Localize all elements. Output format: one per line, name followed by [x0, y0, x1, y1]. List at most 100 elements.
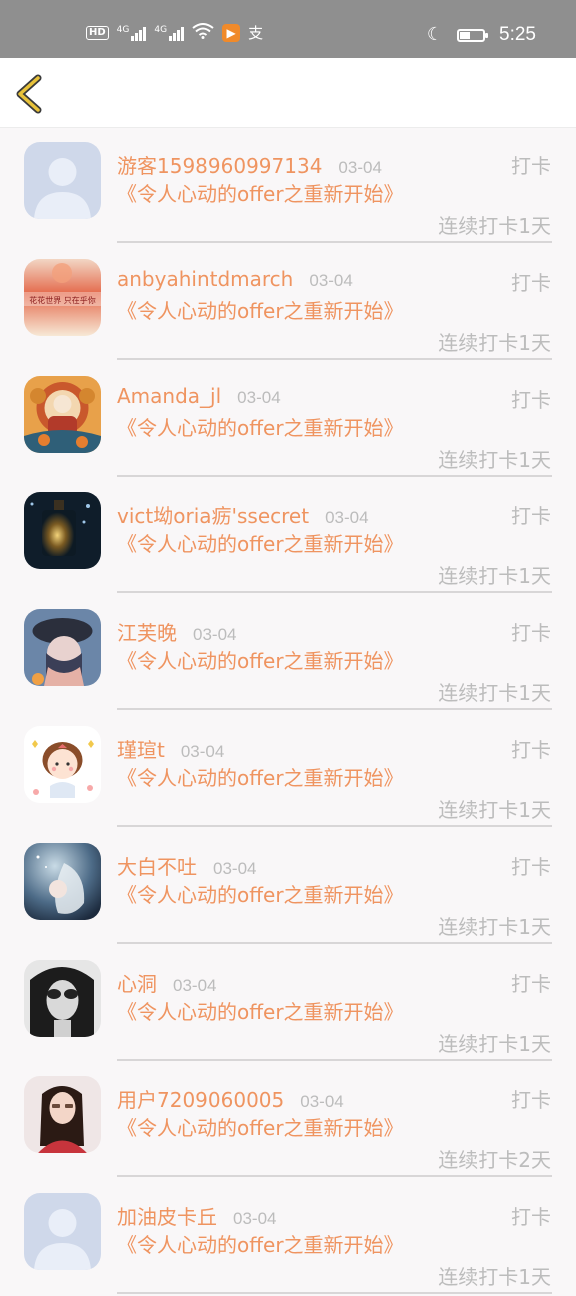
status-icons-right: ☾ 5:25 — [427, 24, 536, 46]
divider — [117, 708, 552, 711]
avatar[interactable] — [24, 725, 101, 803]
status-bar: HD 4G 4G ▶ 支 ☾ 5:25 — [0, 0, 576, 58]
nav-bar — [0, 58, 576, 128]
back-arrow-icon — [16, 74, 42, 114]
avatar[interactable] — [24, 142, 101, 219]
checkin-item[interactable]: vict坳oria疬'ssecret 03-04 打卡 《令人心动的offer之… — [0, 478, 576, 595]
checkin-label: 打卡 — [511, 387, 551, 412]
avatar[interactable] — [24, 1076, 101, 1154]
streak-count: 连续打卡1天 — [438, 564, 551, 589]
checkin-item[interactable]: 用户7209060005 03-04 打卡 《令人心动的offer之重新开始》 … — [0, 1062, 576, 1179]
checkin-date: 03-04 — [233, 1209, 277, 1229]
checkin-label: 打卡 — [511, 737, 551, 762]
book-title[interactable]: 《令人心动的offer之重新开始》 — [117, 414, 407, 443]
user-name[interactable]: 大白不吐 — [117, 851, 197, 880]
checkin-list: 游客1598960997134 03-04 打卡 《令人心动的offer之重新开… — [0, 128, 576, 1296]
checkin-item[interactable]: Amanda_jl 03-04 打卡 《令人心动的offer之重新开始》 连续打… — [0, 362, 576, 479]
user-name[interactable]: 江芙晚 — [117, 617, 177, 646]
name-row: vict坳oria疬'ssecret 03-04 — [117, 500, 369, 529]
checkin-date: 03-04 — [213, 858, 257, 878]
checkin-label: 打卡 — [511, 1205, 551, 1230]
wifi-icon — [192, 22, 214, 43]
divider — [117, 1058, 552, 1061]
book-title[interactable]: 《令人心动的offer之重新开始》 — [117, 297, 407, 326]
divider — [117, 1175, 552, 1178]
checkin-item[interactable]: 江芙晚 03-04 打卡 《令人心动的offer之重新开始》 连续打卡1天 — [0, 595, 576, 712]
avatar[interactable]: 花花世界 只在乎你 — [24, 258, 101, 336]
book-title[interactable]: 《令人心动的offer之重新开始》 — [117, 764, 407, 793]
streak-count: 连续打卡1天 — [438, 914, 551, 939]
checkin-item[interactable]: 心洞 03-04 打卡 《令人心动的offer之重新开始》 连续打卡1天 — [0, 946, 576, 1063]
video-app-icon: ▶ — [222, 23, 241, 42]
streak-count: 连续打卡1天 — [438, 447, 551, 472]
divider — [117, 357, 552, 360]
divider — [117, 1292, 552, 1295]
divider — [117, 941, 552, 944]
name-row: 用户7209060005 03-04 — [117, 1084, 344, 1113]
checkin-date: 03-04 — [173, 975, 217, 995]
book-title[interactable]: 《令人心动的offer之重新开始》 — [117, 180, 407, 209]
name-row: Amanda_jl 03-04 — [117, 384, 281, 408]
checkin-item[interactable]: 花花世界 只在乎你 anbyahintdmarch 03-04 打卡 《令人心动… — [0, 245, 576, 362]
book-title[interactable]: 《令人心动的offer之重新开始》 — [117, 530, 407, 559]
checkin-date: 03-04 — [309, 270, 353, 290]
svg-text:花花世界 只在乎你: 花花世界 只在乎你 — [29, 295, 96, 305]
divider — [117, 474, 552, 477]
hd-icon: HD — [86, 25, 109, 40]
streak-count: 连续打卡1天 — [438, 1265, 551, 1290]
avatar[interactable] — [24, 842, 101, 920]
checkin-date: 03-04 — [338, 158, 382, 177]
alipay-icon: 支 — [248, 24, 264, 42]
user-name[interactable]: 加油皮卡丘 — [117, 1201, 217, 1230]
checkin-date: 03-04 — [193, 625, 237, 645]
avatar[interactable] — [24, 1193, 101, 1271]
name-row: 游客1598960997134 03-04 — [117, 150, 382, 179]
checkin-item[interactable]: 瑾瑄t 03-04 打卡 《令人心动的offer之重新开始》 连续打卡1天 — [0, 712, 576, 829]
back-button[interactable] — [10, 72, 54, 116]
user-name[interactable]: vict坳oria疬'ssecret — [117, 500, 309, 529]
checkin-label: 打卡 — [511, 621, 551, 646]
checkin-label: 打卡 — [511, 1088, 551, 1113]
battery-icon — [457, 28, 489, 42]
moon-icon: ☾ — [426, 24, 444, 45]
checkin-label: 打卡 — [511, 854, 551, 879]
checkin-label: 打卡 — [511, 504, 551, 529]
streak-count: 连续打卡1天 — [438, 214, 551, 238]
book-title[interactable]: 《令人心动的offer之重新开始》 — [117, 1114, 407, 1143]
user-name[interactable]: 用户7209060005 — [117, 1084, 284, 1113]
user-name[interactable]: 心洞 — [117, 968, 157, 997]
streak-count: 连续打卡1天 — [438, 681, 551, 706]
user-name[interactable]: anbyahintdmarch — [117, 267, 293, 291]
divider — [117, 824, 552, 827]
checkin-item[interactable]: 加油皮卡丘 03-04 打卡 《令人心动的offer之重新开始》 连续打卡1天 — [0, 1179, 576, 1296]
checkin-label: 打卡 — [511, 971, 551, 996]
book-title[interactable]: 《令人心动的offer之重新开始》 — [117, 1231, 407, 1260]
name-row: 大白不吐 03-04 — [117, 851, 256, 880]
book-title[interactable]: 《令人心动的offer之重新开始》 — [117, 998, 407, 1027]
checkin-item[interactable]: 大白不吐 03-04 打卡 《令人心动的offer之重新开始》 连续打卡1天 — [0, 829, 576, 946]
user-name[interactable]: 游客1598960997134 — [117, 150, 322, 179]
status-icons-left: HD 4G 4G ▶ 支 — [86, 22, 263, 43]
book-title[interactable]: 《令人心动的offer之重新开始》 — [117, 647, 407, 676]
signal-icon-2: 4G — [154, 25, 185, 41]
avatar[interactable] — [24, 959, 101, 1037]
user-name[interactable]: 瑾瑄t — [117, 734, 165, 763]
avatar[interactable] — [24, 375, 101, 453]
avatar[interactable] — [24, 492, 101, 570]
name-row: 瑾瑄t 03-04 — [117, 734, 224, 763]
signal-icon: 4G — [117, 25, 147, 41]
avatar[interactable] — [24, 609, 101, 687]
checkin-label: 打卡 — [511, 154, 551, 178]
name-row: 加油皮卡丘 03-04 — [117, 1201, 276, 1230]
book-title[interactable]: 《令人心动的offer之重新开始》 — [117, 881, 407, 910]
checkin-item[interactable]: 游客1598960997134 03-04 打卡 《令人心动的offer之重新开… — [0, 128, 576, 245]
user-name[interactable]: Amanda_jl — [117, 384, 221, 408]
streak-count: 连续打卡1天 — [438, 797, 551, 822]
name-row: 心洞 03-04 — [117, 968, 216, 997]
checkin-date: 03-04 — [300, 1092, 344, 1112]
streak-count: 连续打卡1天 — [438, 1031, 551, 1056]
checkin-label: 打卡 — [511, 270, 551, 295]
streak-count: 连续打卡1天 — [438, 330, 551, 355]
name-row: anbyahintdmarch 03-04 — [117, 267, 353, 291]
checkin-date: 03-04 — [237, 387, 281, 407]
